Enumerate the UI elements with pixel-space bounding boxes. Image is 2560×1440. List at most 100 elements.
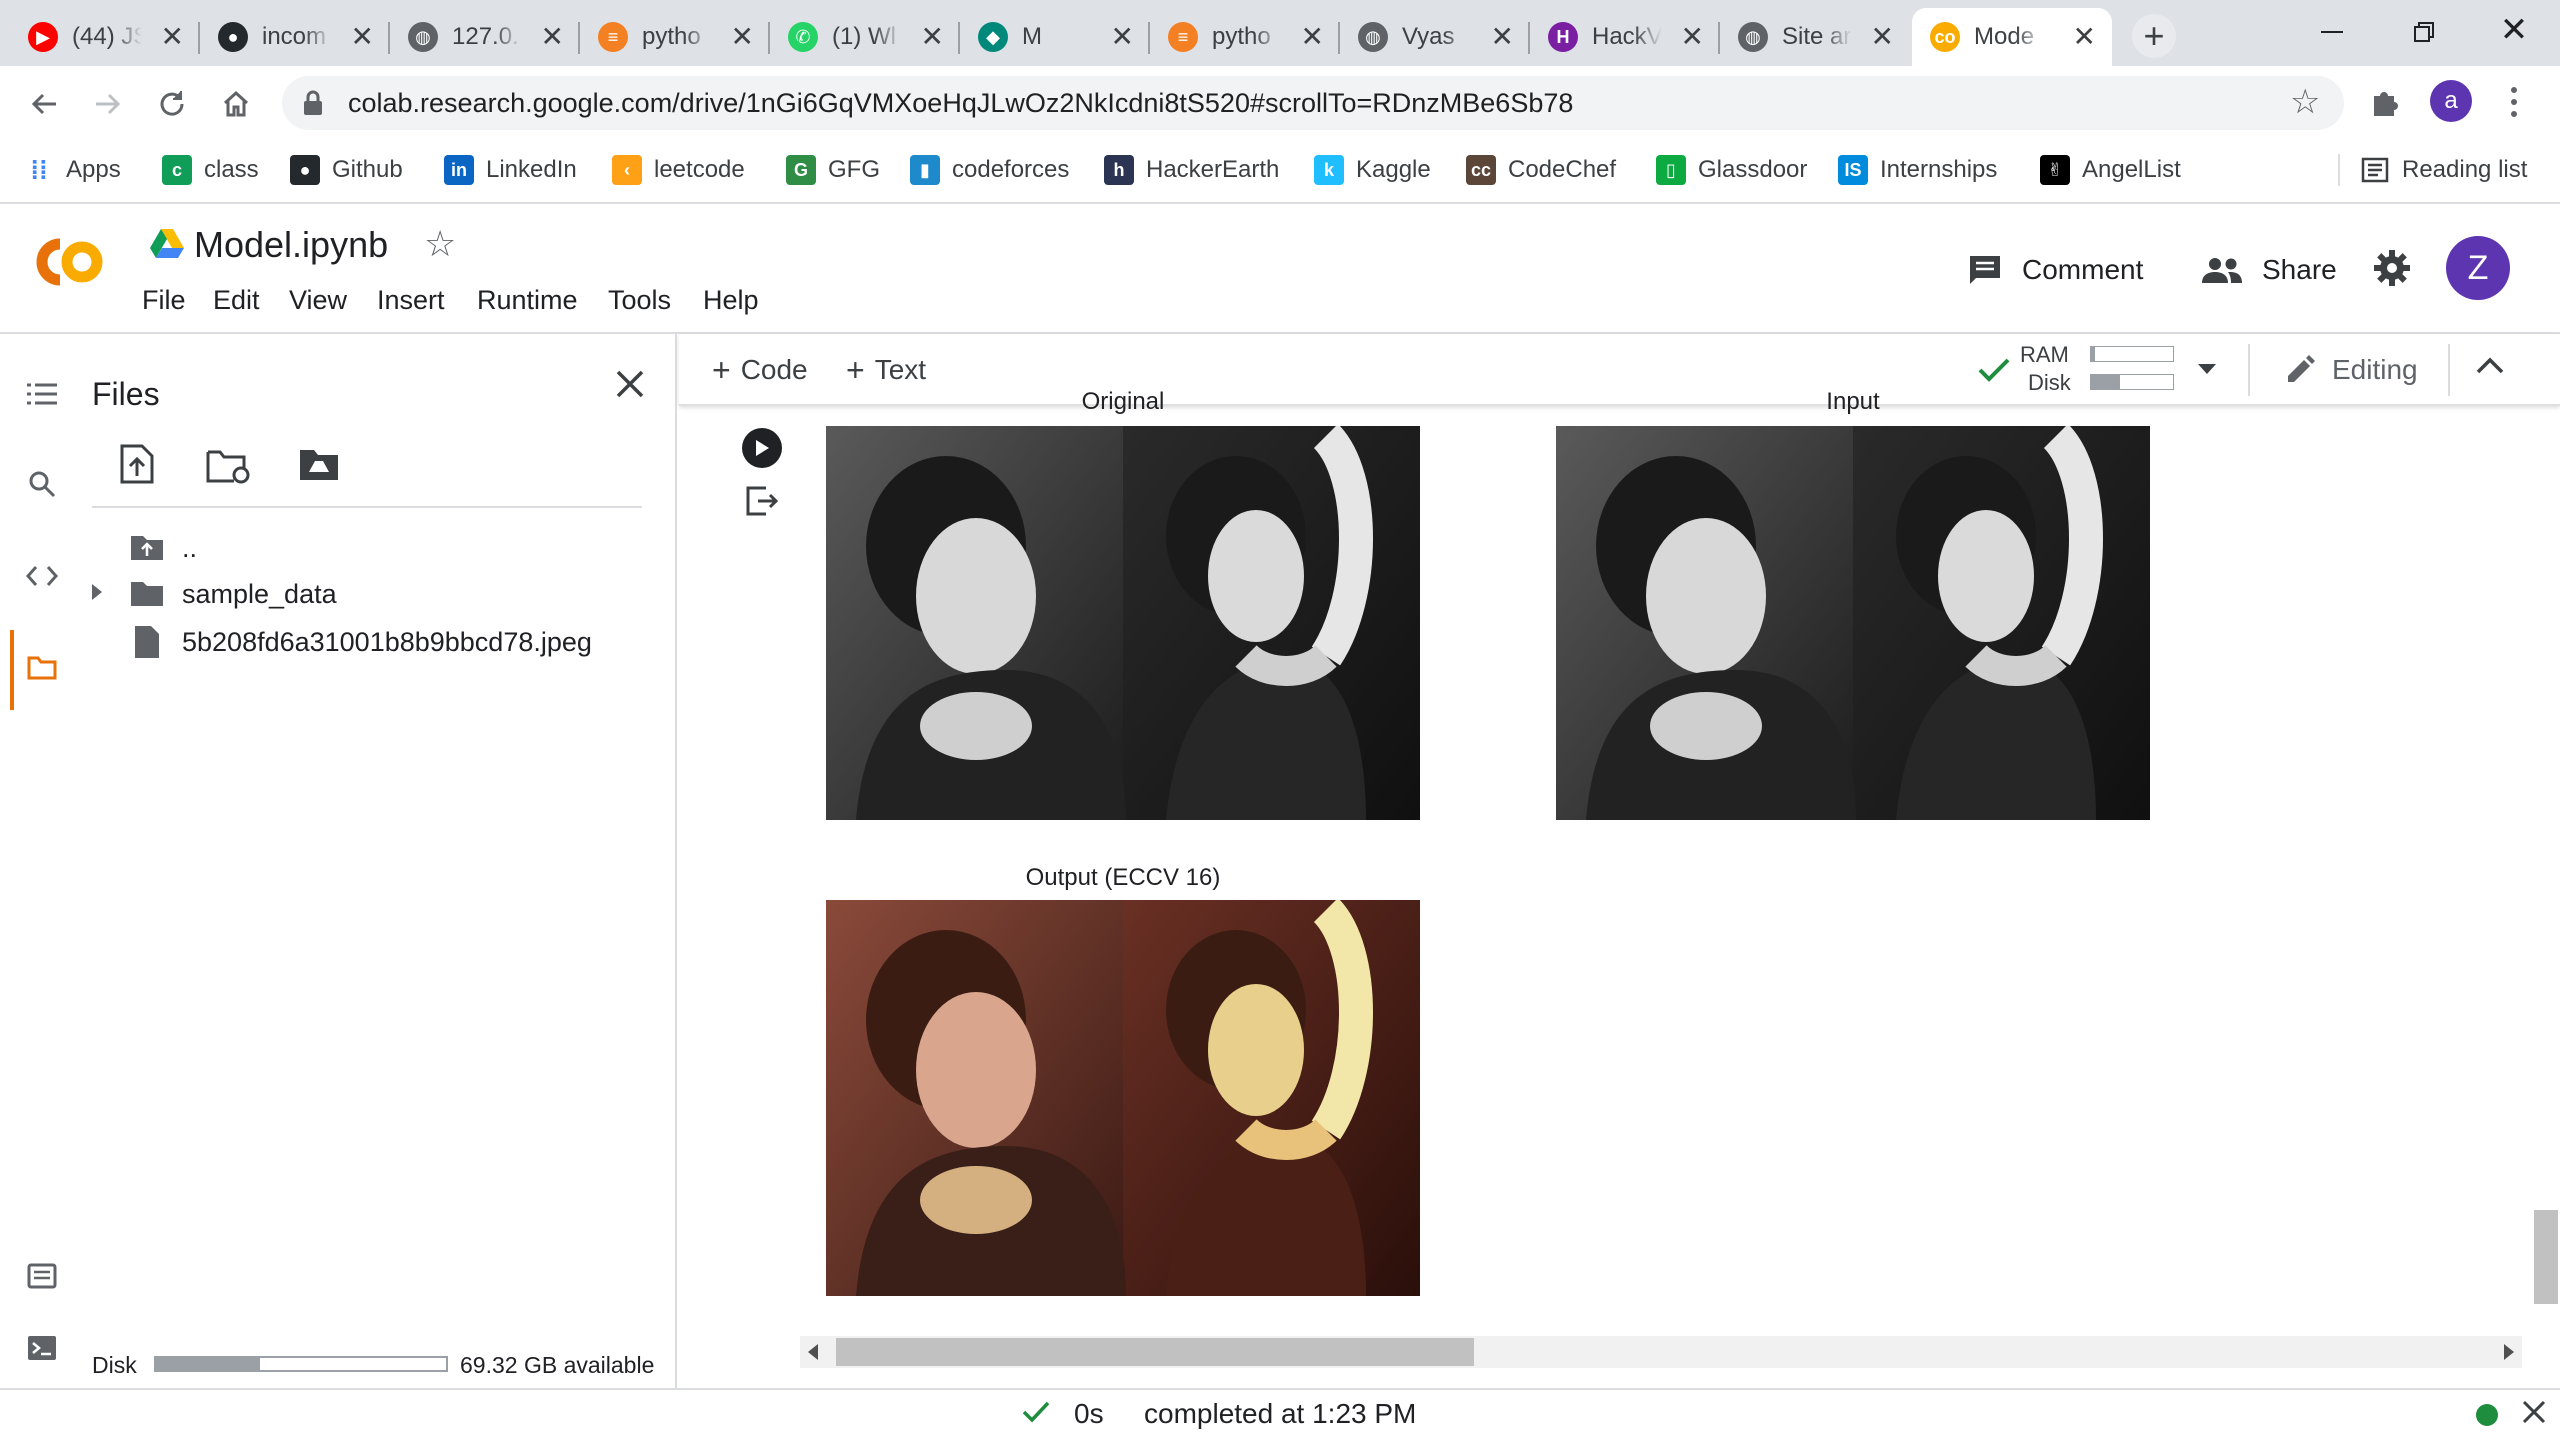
tab-close-icon[interactable]: ✕ xyxy=(1871,22,1894,52)
completed-status[interactable]: completed at 1:23 PM xyxy=(1144,1398,1416,1430)
bookmark-item[interactable]: ▯ Glassdoor xyxy=(1656,150,1807,190)
url-text[interactable]: colab.research.google.com/drive/1nGi6GqV… xyxy=(348,88,1573,119)
bookmark-star-icon[interactable]: ☆ xyxy=(2290,84,2320,120)
menu-item-view[interactable]: View xyxy=(289,285,347,316)
bookmark-item[interactable]: in LinkedIn xyxy=(444,150,577,190)
upload-file-icon[interactable] xyxy=(120,444,160,488)
search-icon[interactable] xyxy=(20,462,64,506)
browser-tab[interactable]: ◆ M ✕ xyxy=(960,8,1150,66)
back-icon[interactable] xyxy=(22,82,66,126)
editing-label: Editing xyxy=(2332,354,2418,385)
classroom-icon: c xyxy=(162,155,192,185)
horizontal-scroll-thumb[interactable] xyxy=(836,1338,1474,1366)
file-tree-row[interactable]: sample_data xyxy=(130,574,337,614)
collapse-chevron-icon[interactable] xyxy=(2476,356,2508,384)
browser-tab[interactable]: co Mode ✕ xyxy=(1912,8,2112,66)
tab-title: Site ar xyxy=(1782,23,1852,50)
bookmark-item[interactable]: ⁞⁞ Apps xyxy=(24,150,120,190)
browser-tab[interactable]: ◍ 127.0. ✕ xyxy=(390,8,580,66)
chrome-menu-icon[interactable] xyxy=(2502,84,2526,120)
bookmark-item[interactable]: IS Internships xyxy=(1838,150,1997,190)
mount-drive-icon[interactable] xyxy=(298,448,342,488)
browser-tab[interactable]: ✆ (1) Wl ✕ xyxy=(770,8,960,66)
leetcode-icon: ‹ xyxy=(612,155,642,185)
file-tree-row[interactable]: 5b208fd6a31001b8b9bbcd78.jpeg xyxy=(130,622,592,662)
tab-close-icon[interactable]: ✕ xyxy=(351,22,374,52)
parent-folder-row[interactable]: .. xyxy=(130,528,197,568)
bookmark-item[interactable]: c class xyxy=(162,150,259,190)
scroll-left-arrow-icon[interactable] xyxy=(808,1344,818,1360)
share-label: Share xyxy=(2262,254,2337,285)
connection-status-dot[interactable] xyxy=(2476,1404,2498,1426)
status-close-icon[interactable] xyxy=(2522,1400,2550,1428)
star-notebook-icon[interactable]: ☆ xyxy=(424,224,456,264)
browser-tab[interactable]: ◍ Vyas ✕ xyxy=(1340,8,1530,66)
profile-avatar[interactable]: a xyxy=(2430,80,2472,122)
home-icon[interactable] xyxy=(214,82,258,126)
reading-list-label: Reading list xyxy=(2402,156,2528,183)
bookmark-item[interactable]: ✌ AngelList xyxy=(2040,150,2181,190)
table-of-contents-icon[interactable] xyxy=(20,372,64,416)
refresh-folder-icon[interactable] xyxy=(206,448,252,488)
bookmark-item[interactable]: h HackerEarth xyxy=(1104,150,1279,190)
tab-close-icon[interactable]: ✕ xyxy=(2073,22,2096,52)
browser-tab[interactable]: ◍ Site ar ✕ xyxy=(1720,8,1910,66)
menu-item-file[interactable]: File xyxy=(142,285,186,316)
browser-tab[interactable]: ▶ (44) JS ✕ xyxy=(10,8,200,66)
command-palette-icon[interactable] xyxy=(20,1254,64,1298)
reading-list-button[interactable]: Reading list xyxy=(2360,150,2527,190)
bookmark-item[interactable]: ‹ leetcode xyxy=(612,150,745,190)
notebook-title[interactable]: Model.ipynb xyxy=(194,224,388,266)
browser-tab[interactable]: H HackV ✕ xyxy=(1530,8,1720,66)
bookmark-item[interactable]: k Kaggle xyxy=(1314,150,1431,190)
menu-item-runtime[interactable]: Runtime xyxy=(477,285,578,316)
resources-dropdown-icon[interactable] xyxy=(2196,362,2220,378)
bookmark-item[interactable]: G GFG xyxy=(786,150,880,190)
tab-close-icon[interactable]: ✕ xyxy=(921,22,944,52)
bookmark-label: LinkedIn xyxy=(486,156,577,183)
forward-icon[interactable] xyxy=(86,82,130,126)
code-snippets-icon[interactable] xyxy=(20,554,64,598)
colab-icon: co xyxy=(1930,22,1960,52)
scroll-right-arrow-icon[interactable] xyxy=(2504,1344,2514,1360)
window-close-icon[interactable]: ✕ xyxy=(2494,10,2534,50)
bookmark-item[interactable]: cc CodeChef xyxy=(1466,150,1616,190)
editing-mode-button[interactable]: Editing xyxy=(2284,350,2418,390)
minimize-icon[interactable] xyxy=(2312,12,2352,52)
browser-tab[interactable]: ≡ pytho ✕ xyxy=(580,8,770,66)
new-tab-button[interactable]: + xyxy=(2132,14,2176,58)
share-button[interactable]: Share xyxy=(2202,248,2337,292)
extensions-icon[interactable] xyxy=(2368,86,2400,118)
run-cell-button[interactable] xyxy=(742,428,782,468)
status-check-icon xyxy=(1022,1400,1050,1426)
reload-icon[interactable] xyxy=(150,82,194,126)
output-actions-icon[interactable] xyxy=(746,486,780,520)
close-panel-icon[interactable] xyxy=(608,362,652,406)
user-avatar[interactable]: Z xyxy=(2446,236,2510,300)
tab-close-icon[interactable]: ✕ xyxy=(1301,22,1324,52)
settings-gear-icon[interactable] xyxy=(2372,248,2412,288)
horizontal-scrollbar[interactable] xyxy=(800,1336,2522,1368)
bookmark-item[interactable]: ● Github xyxy=(290,150,403,190)
terminal-icon[interactable] xyxy=(20,1326,64,1370)
tab-close-icon[interactable]: ✕ xyxy=(1491,22,1514,52)
restore-icon[interactable] xyxy=(2404,12,2444,52)
menu-item-tools[interactable]: Tools xyxy=(608,285,671,316)
tab-close-icon[interactable]: ✕ xyxy=(1111,22,1134,52)
menu-item-help[interactable]: Help xyxy=(703,285,759,316)
browser-tab[interactable]: ● incom ✕ xyxy=(200,8,390,66)
tab-close-icon[interactable]: ✕ xyxy=(1681,22,1704,52)
browser-tab[interactable]: ≡ pytho ✕ xyxy=(1150,8,1340,66)
tab-close-icon[interactable]: ✕ xyxy=(731,22,754,52)
lock-icon[interactable] xyxy=(302,90,326,116)
menu-item-edit[interactable]: Edit xyxy=(213,285,260,316)
folder-files-icon[interactable] xyxy=(20,646,64,690)
vertical-scroll-thumb[interactable] xyxy=(2534,1210,2558,1304)
menu-item-insert[interactable]: Insert xyxy=(377,285,445,316)
expand-arrow-icon[interactable] xyxy=(90,582,110,606)
bookmark-item[interactable]: ▮ codeforces xyxy=(910,150,1069,190)
tab-close-icon[interactable]: ✕ xyxy=(161,22,184,52)
colab-logo[interactable] xyxy=(28,230,108,294)
comment-button[interactable]: Comment xyxy=(1968,248,2143,292)
tab-close-icon[interactable]: ✕ xyxy=(541,22,564,52)
